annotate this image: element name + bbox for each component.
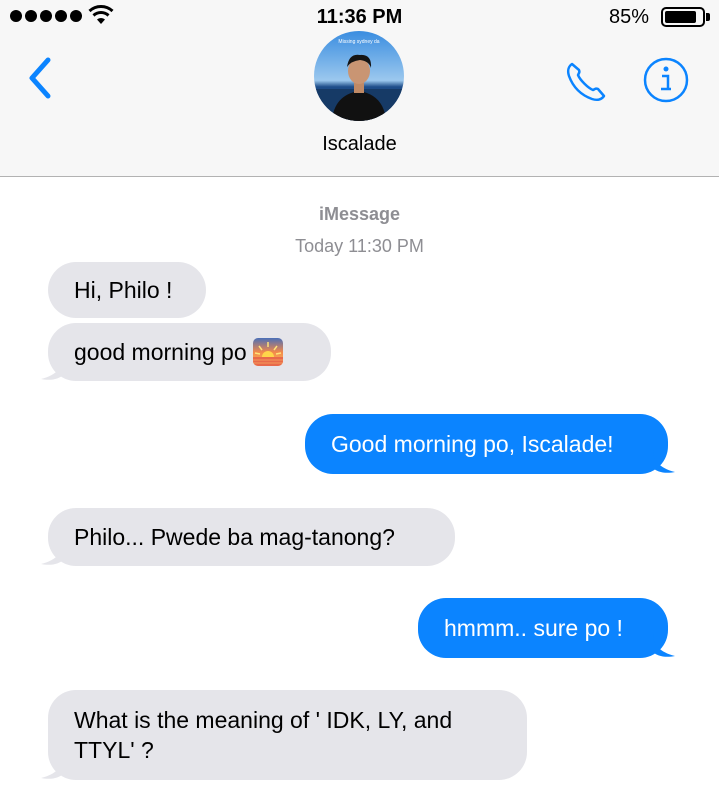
phone-icon[interactable]	[560, 56, 612, 108]
message-text: good morning po	[74, 339, 247, 365]
message-text: Philo... Pwede ba mag-tanong?	[74, 524, 395, 550]
message-text: Good morning po, Iscalade!	[331, 431, 614, 457]
message-bubble-received[interactable]: Philo... Pwede ba mag-tanong?	[41, 508, 455, 566]
message-bubble-received[interactable]: What is the meaning of ' IDK, LY, and TT…	[41, 690, 527, 780]
bubble-tail	[41, 542, 63, 565]
battery-level	[665, 11, 696, 23]
message-bubble-sent[interactable]: Good morning po, Iscalade!	[305, 414, 675, 474]
bubble-tail	[41, 357, 63, 380]
message-text: What is the meaning of ' IDK, LY, and TT…	[74, 707, 453, 763]
message-text: Hi, Philo !	[74, 277, 173, 303]
bubble-tail	[41, 756, 63, 779]
message-bubble-received[interactable]: Hi, Philo !	[48, 262, 206, 318]
service-label: iMessage	[318, 204, 401, 224]
contact-name[interactable]: Iscalade	[0, 133, 719, 156]
sunrise-emoji-icon	[252, 338, 283, 366]
bubble-tail	[653, 450, 675, 473]
message-timestamp: Today 11:30 PM	[295, 236, 424, 256]
avatar-caption: Missing sydney da	[338, 39, 379, 45]
message-bubble-received[interactable]: good morning po	[41, 323, 331, 381]
conversation-header: 11:36 PM 85% Missing sydney da Iscalade	[0, 0, 719, 177]
chevron-left-icon[interactable]	[24, 54, 64, 102]
message-text: hmmm.. sure po !	[444, 615, 623, 641]
status-bar: 11:36 PM 85%	[0, 0, 719, 34]
info-icon[interactable]	[642, 56, 690, 104]
battery-cap	[706, 13, 710, 21]
battery-percent: 85%	[608, 6, 649, 28]
bubble-tail	[653, 634, 675, 657]
message-bubble-sent[interactable]: hmmm.. sure po !	[418, 598, 675, 658]
avatar[interactable]: Missing sydney da	[314, 31, 404, 121]
battery-icon	[661, 7, 705, 27]
